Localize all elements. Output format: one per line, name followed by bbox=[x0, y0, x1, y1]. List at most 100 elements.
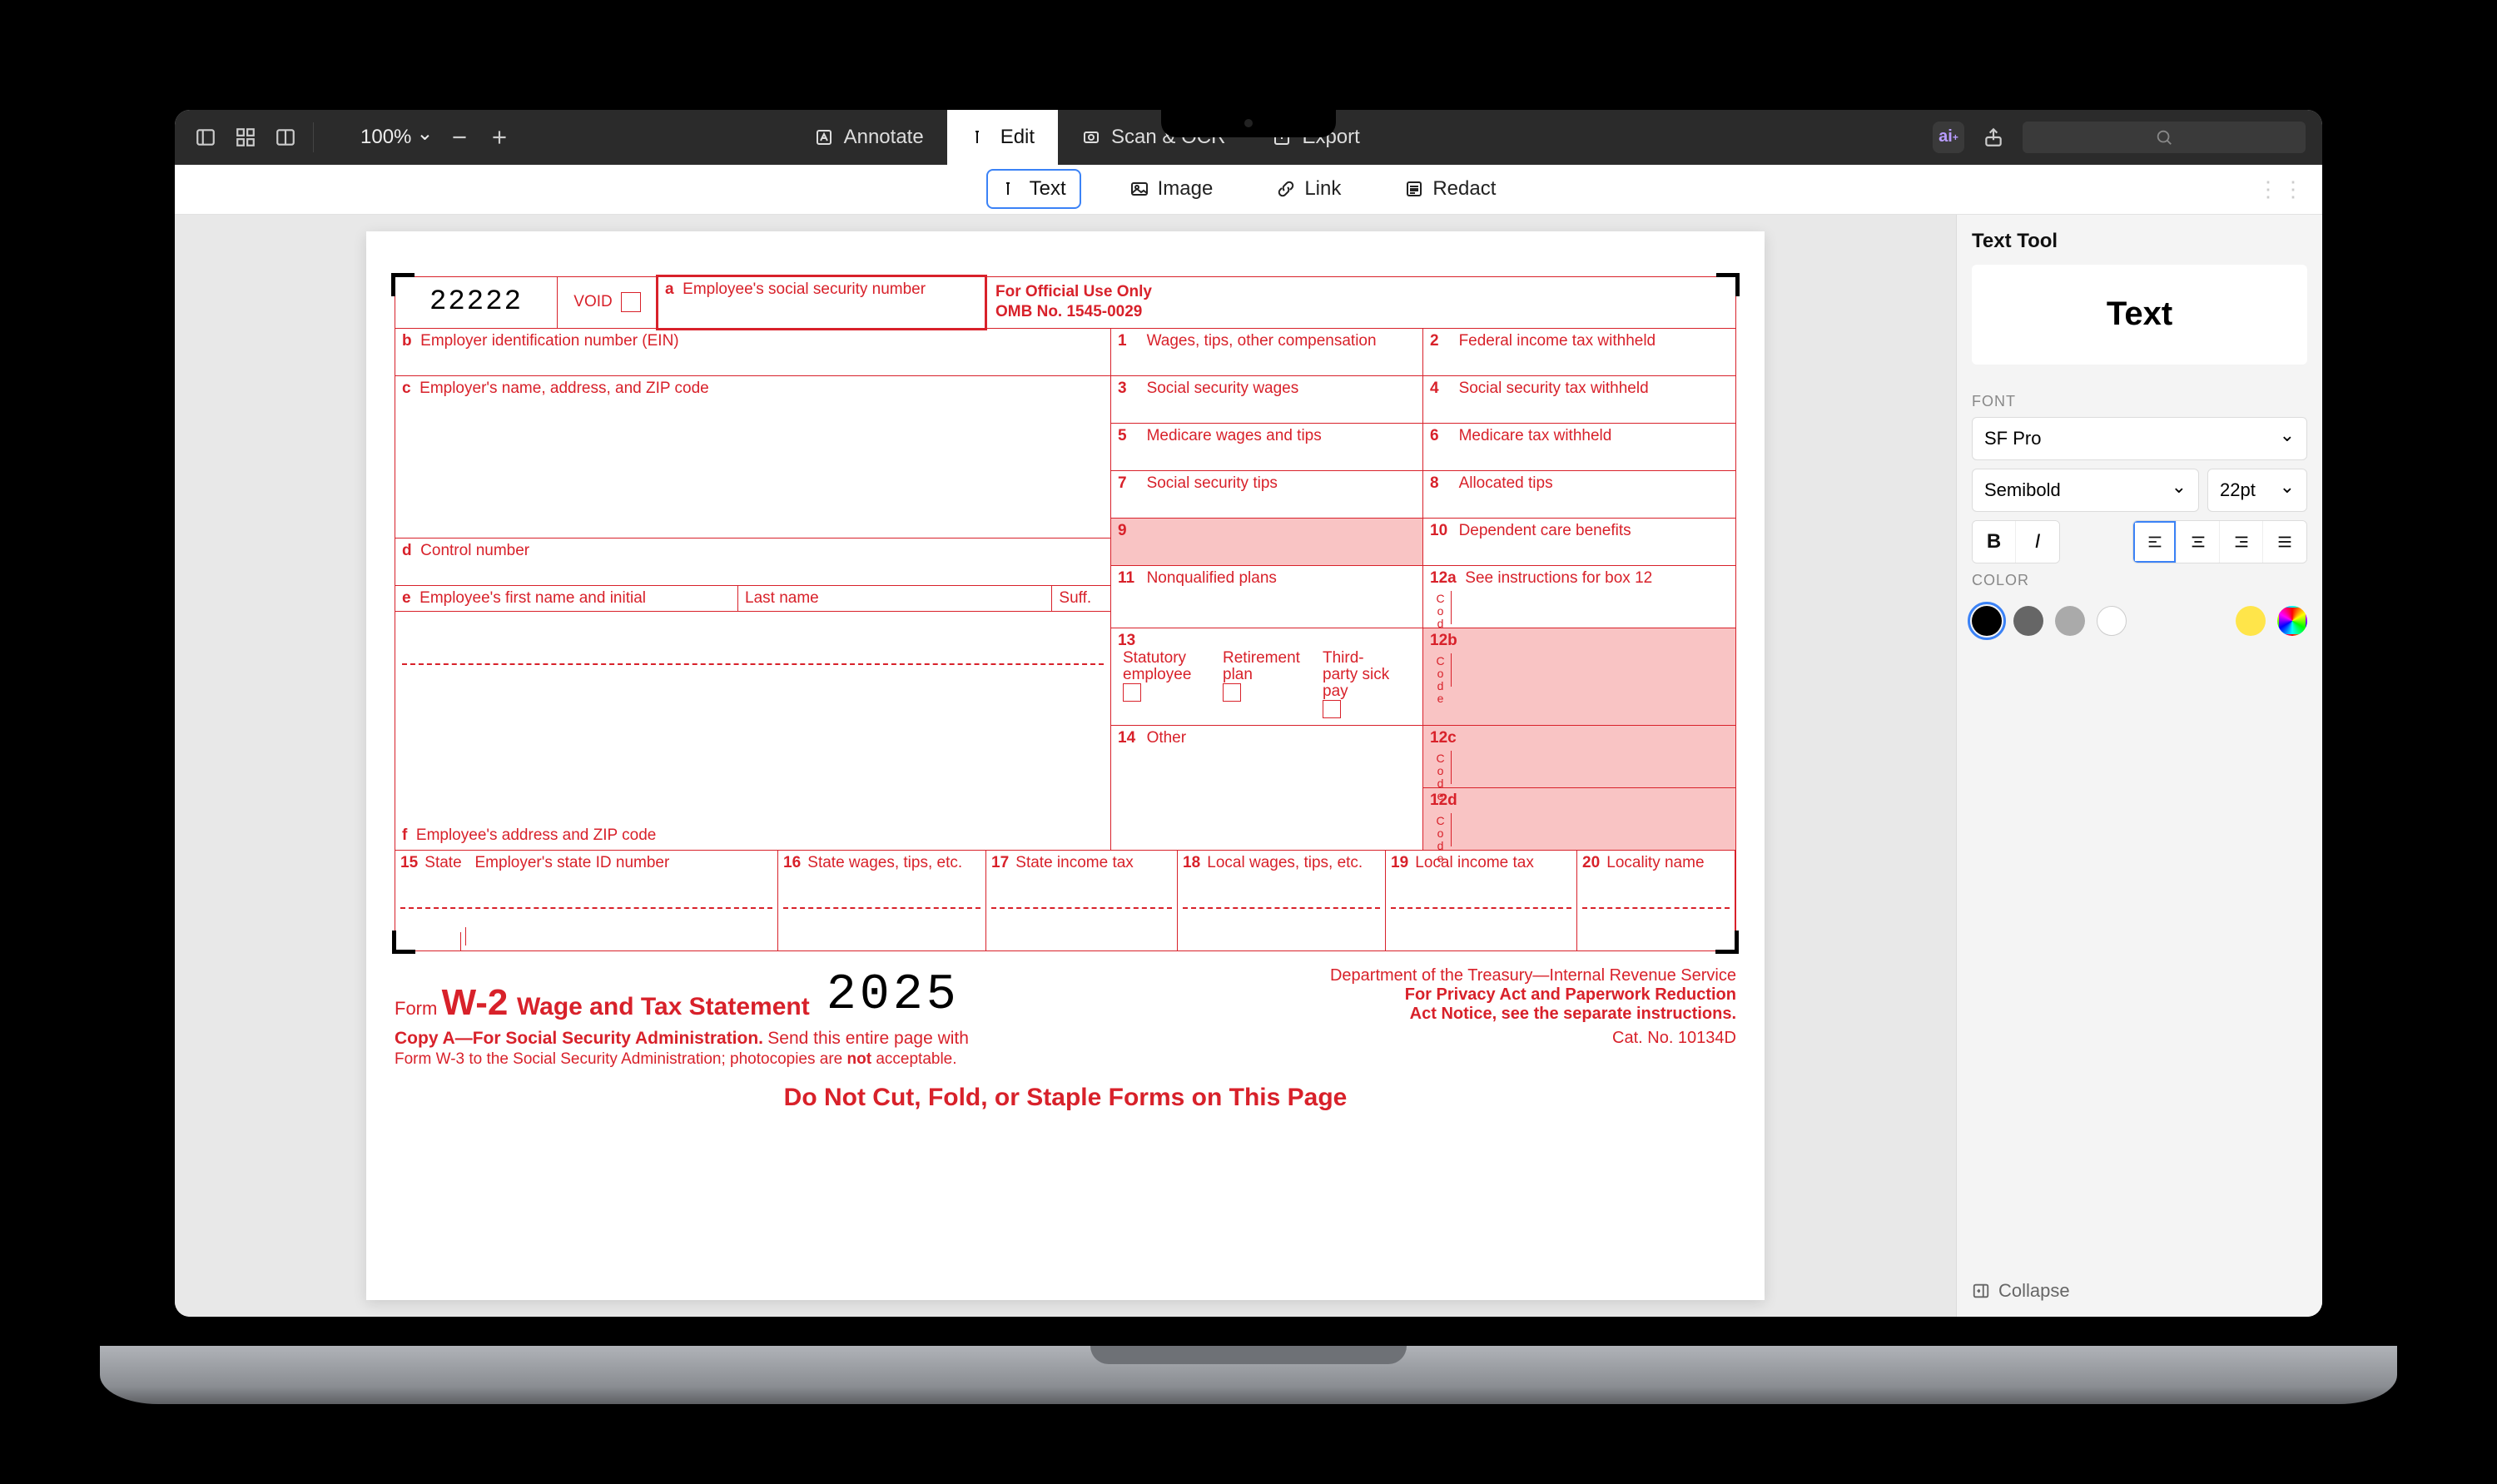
split-view-icon[interactable] bbox=[271, 123, 300, 151]
box-18-label: Local wages, tips, etc. bbox=[1207, 854, 1363, 871]
thumbnails-icon[interactable] bbox=[231, 123, 260, 151]
box-13a-label: Statutory employee bbox=[1123, 649, 1191, 683]
workspace: 22222 VOID a Employee's social security … bbox=[175, 215, 2322, 1317]
align-center-button[interactable] bbox=[2177, 521, 2220, 563]
box-4-label: Social security tax withheld bbox=[1459, 380, 1649, 397]
zoom-out-button[interactable] bbox=[445, 123, 474, 151]
swatch-yellow[interactable] bbox=[2236, 606, 2266, 636]
box-13c-label: Third-party sick pay bbox=[1323, 649, 1389, 700]
box-13b-label: Retirement plan bbox=[1223, 649, 1300, 683]
w2-form: 22222 VOID a Employee's social security … bbox=[395, 276, 1736, 1113]
tab-label: Edit bbox=[1000, 126, 1035, 149]
privacy-2: Act Notice, see the separate instruction… bbox=[1330, 1005, 1736, 1024]
official-use-cell: For Official Use Only OMB No. 1545-0029 bbox=[987, 277, 1735, 328]
form-w2: W-2 bbox=[442, 982, 509, 1023]
tab-edit[interactable]: Edit bbox=[947, 110, 1058, 165]
void-label: VOID bbox=[573, 293, 612, 311]
dept-label: Department of the Treasury—Internal Reve… bbox=[1330, 966, 1736, 985]
crop-mark bbox=[391, 273, 415, 296]
sidebar-icon[interactable] bbox=[191, 123, 220, 151]
subtool-text[interactable]: Text bbox=[986, 169, 1081, 209]
swatch-black[interactable] bbox=[1972, 606, 2002, 636]
document-page[interactable]: 22222 VOID a Employee's social security … bbox=[366, 231, 1765, 1300]
box-8-label: Allocated tips bbox=[1459, 474, 1553, 492]
divider bbox=[313, 122, 314, 152]
share-icon[interactable] bbox=[1979, 123, 2008, 151]
copy-a-3c: acceptable. bbox=[871, 1050, 956, 1068]
box-11-label: Nonqualified plans bbox=[1147, 569, 1277, 587]
swatch-white[interactable] bbox=[2097, 606, 2127, 636]
font-weight-select[interactable]: Semibold bbox=[1972, 469, 2199, 512]
form-footer: Form W-2 Wage and Tax Statement 2025 Dep… bbox=[395, 951, 1736, 1112]
box-f-label: Employee's address and ZIP code bbox=[416, 826, 656, 844]
swatch-gray[interactable] bbox=[2055, 606, 2085, 636]
form-word: Form bbox=[395, 998, 437, 1019]
zoom-controls: 100% bbox=[360, 123, 514, 151]
italic-button[interactable]: I bbox=[2016, 521, 2059, 563]
color-picker-button[interactable] bbox=[2277, 606, 2307, 636]
copy-a-3a: Form W-3 to the Social Security Administ… bbox=[395, 1050, 847, 1068]
text-sample[interactable]: Text bbox=[1972, 265, 2307, 365]
box-2-label: Federal income tax withheld bbox=[1459, 332, 1656, 350]
edit-subtoolbar: Text Image Link Redact ⋮⋮ bbox=[175, 165, 2322, 215]
screen-bezel: 100% Annotate Edit Scan & OCR bbox=[146, 81, 2351, 1346]
void-checkbox[interactable] bbox=[621, 292, 641, 312]
statutory-checkbox[interactable] bbox=[1123, 683, 1141, 702]
ai-button[interactable]: ai+ bbox=[1933, 122, 1964, 153]
box-6-label: Medicare tax withheld bbox=[1459, 427, 1612, 444]
box-7-label: Social security tips bbox=[1147, 474, 1278, 492]
align-right-button[interactable] bbox=[2220, 521, 2263, 563]
lastname-label: Last name bbox=[745, 589, 819, 607]
collapse-panel-button[interactable]: Collapse bbox=[1972, 1263, 2307, 1302]
document-canvas[interactable]: 22222 VOID a Employee's social security … bbox=[175, 215, 1956, 1317]
chevron-down-icon bbox=[2280, 479, 2295, 501]
align-justify-button[interactable] bbox=[2263, 521, 2306, 563]
style-group: B I bbox=[1972, 520, 2060, 563]
subtool-redact[interactable]: Redact bbox=[1389, 169, 1511, 209]
drag-handle-icon[interactable]: ⋮⋮ bbox=[2257, 176, 2307, 202]
box-14-label: Other bbox=[1147, 729, 1187, 747]
chevron-down-icon bbox=[2172, 479, 2187, 501]
box-10-label: Dependent care benefits bbox=[1459, 522, 1631, 539]
swatch-darkgray[interactable] bbox=[2013, 606, 2043, 636]
chevron-down-icon bbox=[2280, 428, 2295, 449]
tab-label: Annotate bbox=[844, 126, 924, 149]
box-d-label: Control number bbox=[420, 542, 529, 559]
collapse-label: Collapse bbox=[1998, 1280, 2070, 1302]
align-group bbox=[2132, 520, 2307, 563]
cat-no: Cat. No. 10134D bbox=[1612, 1029, 1736, 1048]
search-input[interactable] bbox=[2023, 122, 2306, 153]
form-state-strip: 15 State Employer's state ID number 16 S… bbox=[395, 851, 1736, 951]
crop-mark bbox=[392, 931, 415, 954]
font-size-select[interactable]: 22pt bbox=[2207, 469, 2307, 512]
retirement-checkbox[interactable] bbox=[1223, 683, 1241, 702]
copy-a-not: not bbox=[847, 1050, 872, 1068]
tab-annotate[interactable]: Annotate bbox=[791, 110, 947, 165]
font-family-select[interactable]: SF Pro bbox=[1972, 417, 2307, 460]
box-15b-label: Employer's state ID number bbox=[475, 854, 670, 871]
subtool-link[interactable]: Link bbox=[1261, 169, 1356, 209]
color-section-label: COLOR bbox=[1972, 572, 2307, 589]
subtool-image[interactable]: Image bbox=[1114, 169, 1229, 209]
zoom-value[interactable]: 100% bbox=[360, 125, 434, 149]
thirdparty-checkbox[interactable] bbox=[1323, 700, 1341, 718]
box-17-label: State income tax bbox=[1015, 854, 1134, 871]
copy-a-tail: Send this entire page with bbox=[767, 1029, 969, 1048]
copy-a-bold: Copy A—For Social Security Administratio… bbox=[395, 1029, 763, 1048]
zoom-in-button[interactable] bbox=[485, 123, 514, 151]
chevron-down-icon bbox=[416, 125, 433, 149]
box-9-shaded: 9 bbox=[1111, 519, 1423, 565]
omb-label: OMB No. 1545-0029 bbox=[995, 302, 1727, 323]
form-title: Wage and Tax Statement bbox=[517, 993, 810, 1020]
bold-button[interactable]: B bbox=[1973, 521, 2016, 563]
subtool-label: Redact bbox=[1432, 177, 1496, 201]
box-b-label: Employer identification number (EIN) bbox=[420, 332, 678, 350]
do-not-cut: Do Not Cut, Fold, or Staple Forms on Thi… bbox=[395, 1084, 1736, 1112]
crop-mark bbox=[1716, 273, 1740, 296]
crop-mark bbox=[1715, 931, 1739, 954]
subtool-label: Image bbox=[1158, 177, 1214, 201]
box-a-label: Employee's social security number bbox=[683, 280, 926, 298]
laptop-frame: 100% Annotate Edit Scan & OCR bbox=[100, 81, 2397, 1404]
align-left-button[interactable] bbox=[2133, 521, 2177, 563]
box-c-label: Employer's name, address, and ZIP code bbox=[419, 380, 709, 397]
